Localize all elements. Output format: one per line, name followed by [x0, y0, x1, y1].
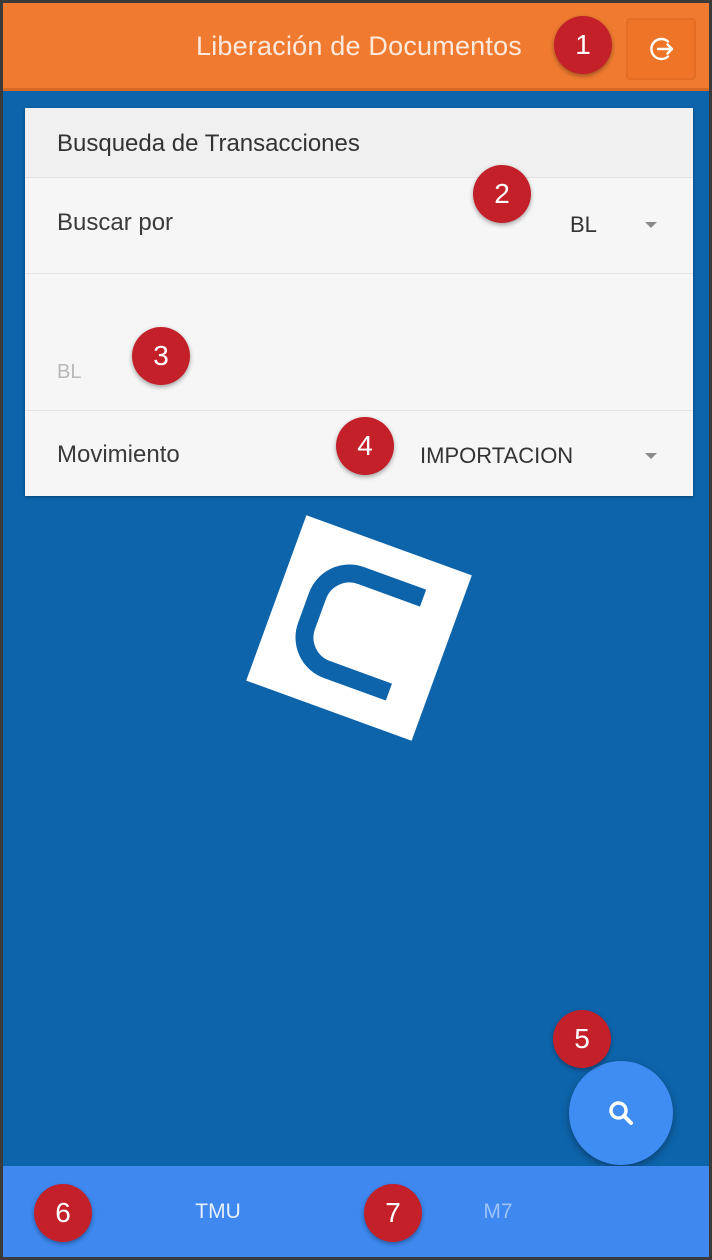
annotation-marker-5: 5: [553, 1010, 611, 1068]
search-by-value: BL: [570, 212, 597, 237]
annotation-marker-7: 7: [364, 1184, 422, 1242]
search-by-label: Buscar por: [57, 209, 174, 236]
logout-button[interactable]: [626, 18, 696, 80]
card-title: Busqueda de Transacciones: [57, 130, 360, 157]
app-screen: Liberación de Documentos Busqueda de Tra…: [0, 0, 712, 1260]
logout-icon: [650, 37, 674, 61]
bottom-tab-bar: TMU M7: [3, 1166, 709, 1257]
annotation-marker-6: 6: [34, 1184, 92, 1242]
chevron-down-icon: [645, 453, 657, 459]
card-header: Busqueda de Transacciones: [25, 108, 693, 178]
annotation-marker-2: 2: [473, 165, 531, 223]
movement-label: Movimiento: [57, 441, 180, 468]
annotation-marker-4: 4: [336, 417, 394, 475]
annotation-marker-1: 1: [554, 16, 612, 74]
tab-tmu[interactable]: TMU: [153, 1166, 283, 1257]
movement-value: IMPORTACION: [420, 443, 574, 468]
tab-m7[interactable]: M7: [433, 1166, 563, 1257]
annotation-marker-3: 3: [132, 327, 190, 385]
query-input-row: [25, 274, 693, 411]
search-by-select[interactable]: Buscar por BL: [25, 178, 693, 274]
search-icon: [609, 1101, 633, 1125]
company-logo: [246, 515, 472, 741]
chevron-down-icon: [645, 222, 657, 228]
search-button[interactable]: [569, 1061, 673, 1165]
